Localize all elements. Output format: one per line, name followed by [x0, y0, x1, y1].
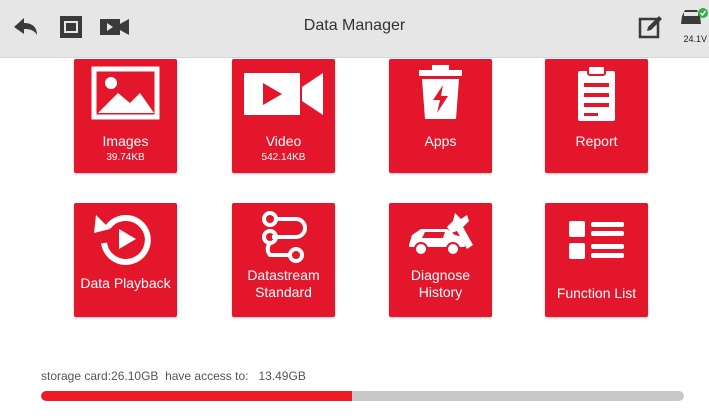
datastream-label-line1: Datastream	[247, 267, 320, 283]
video-icon	[244, 73, 323, 115]
data-playback-tile[interactable]: Data Playback	[74, 203, 177, 317]
car-battery-icon[interactable]	[678, 6, 708, 36]
video-tile[interactable]: Video 542.14KB	[232, 59, 335, 173]
playback-icon	[94, 215, 151, 265]
storage-bar-fill	[41, 391, 352, 401]
report-tile[interactable]: Report	[545, 59, 648, 173]
diagnose-label-line2: History	[418, 284, 463, 300]
diagnose-history-tile[interactable]: Diagnose History	[389, 203, 492, 317]
edit-icon[interactable]	[635, 12, 665, 42]
battery-voltage: 24.1V	[683, 34, 707, 44]
report-label: Report	[575, 133, 618, 149]
datastream-icon	[262, 211, 307, 263]
data-playback-label: Data Playback	[80, 275, 171, 291]
datastream-label-line2: Standard	[255, 284, 312, 300]
apps-tile[interactable]: Apps	[389, 59, 492, 173]
images-size: 39.74KB	[106, 152, 145, 163]
page-title: Data Manager	[303, 17, 406, 34]
storage-info: storage card:26.10GB have access to: 13.…	[41, 369, 306, 383]
car-wrench-icon	[409, 213, 473, 256]
image-icon	[91, 66, 160, 120]
images-label: Images	[102, 133, 149, 149]
function-list-label: Function List	[556, 285, 637, 301]
list-icon	[569, 221, 624, 259]
video-label: Video	[265, 133, 302, 149]
apps-label: Apps	[424, 133, 457, 149]
clipboard-icon	[578, 65, 615, 121]
video-size: 542.14KB	[261, 152, 306, 163]
datastream-standard-tile[interactable]: Datastream Standard	[232, 203, 335, 317]
diagnose-label-line1: Diagnose	[410, 267, 471, 283]
storage-bar	[41, 391, 684, 401]
trash-apps-icon	[419, 65, 462, 119]
images-tile[interactable]: Images 39.74KB	[74, 59, 177, 173]
function-list-tile[interactable]: Function List	[545, 203, 648, 317]
top-bar: Data Manager 24.1V	[0, 0, 709, 58]
